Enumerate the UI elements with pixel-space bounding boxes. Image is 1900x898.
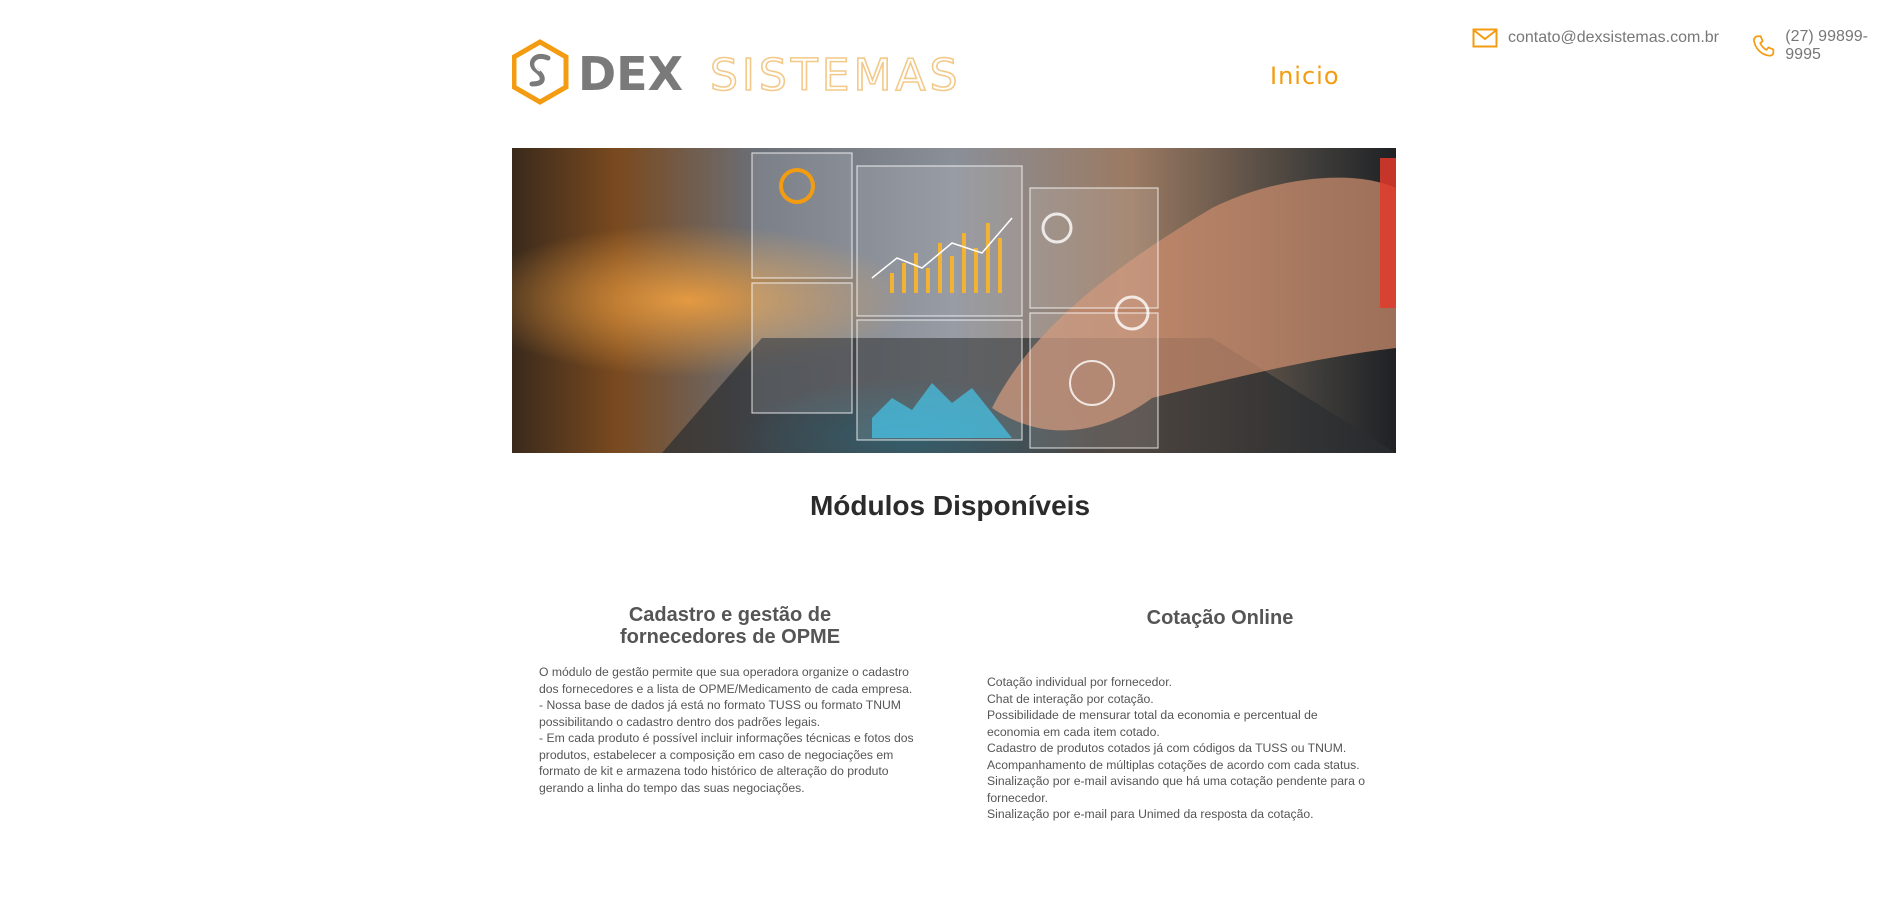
- module-title-line: Cotação Online: [1146, 607, 1294, 629]
- module-text-line: Possibilidade de mensurar total da econo…: [987, 708, 1318, 722]
- phone-icon: [1753, 35, 1775, 57]
- logo-secondary-text: SISTEMAS: [710, 50, 962, 101]
- mail-icon: [1472, 28, 1498, 48]
- module-text-line: Chat de interação por cotação.: [987, 691, 1154, 706]
- logo-hexagon-icon: [512, 39, 569, 105]
- module-description: O módulo de gestão permite que sua opera…: [539, 664, 929, 796]
- contact-phone-text: (27) 99899-9995: [1785, 28, 1868, 63]
- module-text-line: formato de kit e armazena todo histórico…: [539, 764, 889, 778]
- module-text-line: - Em cada produto é possível incluir inf…: [539, 731, 914, 745]
- module-text-line: dos fornecedores e a lista de OPME/Medic…: [539, 681, 913, 696]
- hero-image: [512, 148, 1396, 453]
- module-title: Cotação Online: [1080, 607, 1360, 629]
- module-title-line: Cadastro e gestão de: [628, 604, 832, 626]
- module-text-line: Cotação individual por fornecedor.: [987, 675, 1172, 689]
- brand-logo[interactable]: DEX SISTEMAS: [512, 38, 1032, 108]
- module-text-line: Sinalização por e-mail para Unimed da re…: [987, 807, 1314, 821]
- module-text-line: fornecedor.: [987, 790, 1048, 805]
- contact-email[interactable]: contato@dexsistemas.com.br: [1472, 28, 1719, 48]
- module-text-line: O módulo de gestão permite que sua opera…: [539, 665, 909, 679]
- module-text-line: produtos, estabelecer a composição em ca…: [539, 747, 894, 762]
- module-text-line: Acompanhamento de múltiplas cotações de …: [987, 757, 1360, 772]
- module-description: Cotação individual por fornecedor. Chat …: [987, 674, 1387, 823]
- module-title: Cadastro e gestão de fornecedores de OPM…: [590, 604, 870, 648]
- module-text-line: possibilitando o cadastro dentro dos pad…: [539, 714, 821, 729]
- module-text-line: economia em cada item cotado.: [987, 724, 1160, 739]
- nav-inicio-link[interactable]: Inicio: [1270, 62, 1340, 90]
- contact-email-text: contato@dexsistemas.com.br: [1508, 29, 1719, 46]
- module-title-line: fornecedores de OPME: [619, 626, 841, 648]
- module-text-line: gerando a linha do tempo das suas negoci…: [539, 780, 805, 795]
- module-text-line: - Nossa base de dados já está no formato…: [539, 698, 901, 712]
- module-text-line: Cadastro de produtos cotados já com códi…: [987, 741, 1347, 755]
- section-title: Módulos Disponíveis: [809, 490, 1091, 521]
- module-text-line: Sinalização por e-mail avisando que há u…: [987, 774, 1366, 788]
- logo-primary-text: DEX: [578, 47, 683, 101]
- contact-phone[interactable]: (27) 99899-9995: [1752, 28, 1900, 64]
